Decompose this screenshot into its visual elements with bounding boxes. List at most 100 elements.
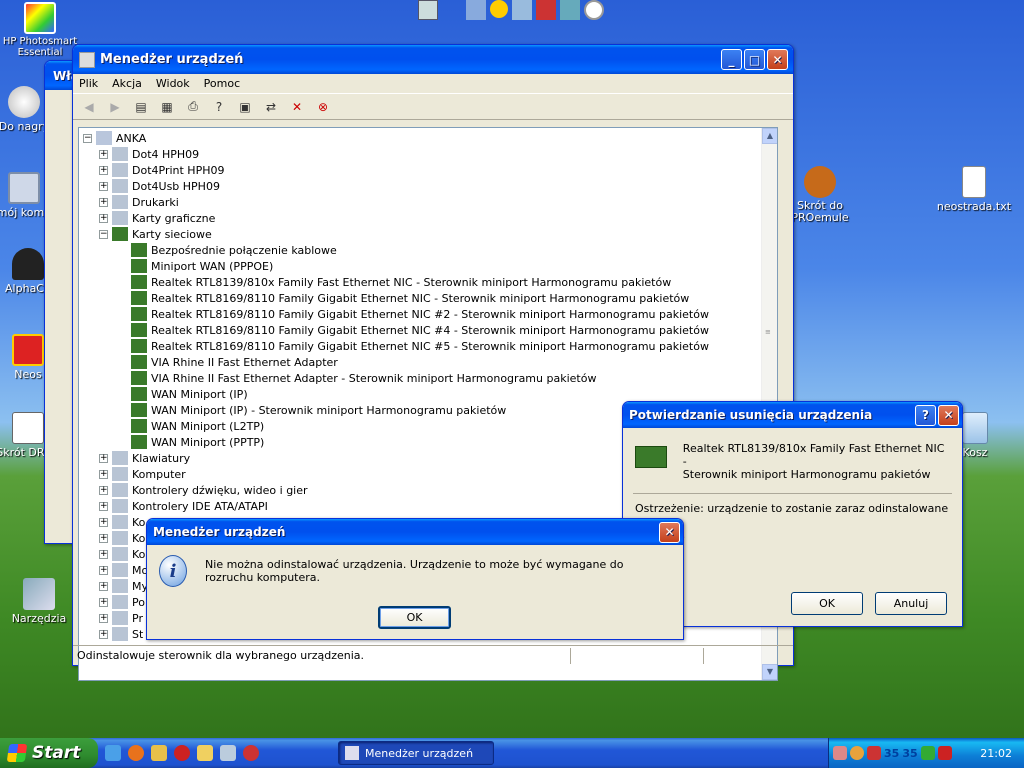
clipboard-icon[interactable] <box>197 745 213 761</box>
scroll-up-arrow[interactable]: ▲ <box>762 128 777 144</box>
back-icon[interactable]: ◀ <box>79 98 99 116</box>
maximize-button[interactable]: □ <box>744 49 765 70</box>
status-divider <box>703 648 704 664</box>
tray-icon[interactable] <box>937 746 952 760</box>
tray-value[interactable]: 35 <box>902 747 917 760</box>
close-button[interactable]: ✕ <box>938 404 959 426</box>
tree-row[interactable]: + Dot4 HPH09 <box>83 146 777 162</box>
expand-icon[interactable]: + <box>99 165 108 175</box>
desktop-icon-label: neostrada.txt <box>936 200 1012 213</box>
minimize-button[interactable]: _ <box>721 49 742 70</box>
update-driver-icon[interactable]: ⇄ <box>261 98 281 116</box>
uninstall-device-icon[interactable]: ⊗ <box>313 98 333 116</box>
close-button[interactable]: ✕ <box>659 521 680 543</box>
error-message-box[interactable]: Menedżer urządzeń ✕ i Nie można odinstal… <box>146 518 684 640</box>
taskbar-item-device-manager[interactable]: Menedżer urządzeń <box>338 741 494 765</box>
desktop-icon-neostrada-txt[interactable]: neostrada.txt <box>934 166 1014 213</box>
smiley-icon[interactable] <box>490 0 508 18</box>
help-button[interactable]: ? <box>915 404 936 426</box>
app-icon[interactable] <box>243 745 259 761</box>
floppy-icon[interactable] <box>536 0 556 20</box>
tree-row[interactable]: Realtek RTL8169/8110 Family Gigabit Ethe… <box>83 338 777 354</box>
expand-icon[interactable]: + <box>99 181 108 191</box>
firefox-icon[interactable] <box>128 745 144 761</box>
expand-icon[interactable]: + <box>99 485 108 495</box>
ie-icon[interactable] <box>105 745 121 761</box>
desktop-icon-hp-photosmart[interactable]: HP Photosmart Essential <box>0 2 80 58</box>
cancel-button[interactable]: Anuluj <box>875 592 947 615</box>
desktop-icon-narzedzia[interactable]: Narzędzia <box>0 578 79 625</box>
opera-icon[interactable] <box>174 745 190 761</box>
tree-row[interactable]: VIA Rhine II Fast Ethernet Adapter - Ste… <box>83 370 777 386</box>
collapse-icon[interactable]: − <box>99 229 108 239</box>
tray-icon[interactable] <box>850 746 864 760</box>
tree-row[interactable]: + Karty graficzne <box>83 210 777 226</box>
expand-icon[interactable]: + <box>99 533 108 543</box>
expand-icon[interactable]: + <box>99 213 108 223</box>
disable-device-icon[interactable]: ✕ <box>287 98 307 116</box>
tray-icon[interactable] <box>920 746 935 760</box>
forward-icon[interactable]: ▶ <box>105 98 125 116</box>
clock[interactable]: 21:02 <box>980 747 1012 760</box>
expand-icon[interactable]: + <box>99 501 108 511</box>
tray-value[interactable]: 35 <box>884 747 899 760</box>
tray-icon[interactable] <box>833 746 847 760</box>
tree-row[interactable]: + Dot4Print HPH09 <box>83 162 777 178</box>
expand-icon[interactable]: + <box>99 517 108 527</box>
menu-akcja[interactable]: Akcja <box>112 77 142 90</box>
dialog-title: Menedżer urządzeń <box>153 525 286 539</box>
expand-icon[interactable]: + <box>99 469 108 479</box>
clock-icon[interactable] <box>584 0 604 20</box>
error-dialog-titlebar[interactable]: Menedżer urządzeń ✕ <box>147 519 683 545</box>
tree-row[interactable]: Realtek RTL8169/8110 Family Gigabit Ethe… <box>83 290 777 306</box>
gears-icon[interactable] <box>560 0 580 20</box>
device-manager-titlebar[interactable]: Menedżer urządzeń _ □ ✕ <box>73 45 793 74</box>
tree-root[interactable]: − ANKA <box>83 130 777 146</box>
tree-row[interactable]: WAN Miniport (IP) <box>83 386 777 402</box>
tree-node-network-adapters[interactable]: − Karty sieciowe <box>83 226 777 242</box>
expand-icon[interactable]: + <box>99 549 108 559</box>
close-button[interactable]: ✕ <box>767 49 788 70</box>
expand-icon[interactable]: + <box>99 453 108 463</box>
tree-row[interactable]: Realtek RTL8139/810x Family Fast Etherne… <box>83 274 777 290</box>
network-card-icon <box>131 323 147 337</box>
start-button[interactable]: Start <box>0 738 98 768</box>
computer-icon[interactable] <box>418 0 438 20</box>
scroll-thumb-grip[interactable]: ≡ <box>765 328 774 336</box>
tree-row[interactable]: + Drukarki <box>83 194 777 210</box>
collapse-icon[interactable]: − <box>83 133 92 143</box>
tree-row[interactable]: + Dot4Usb HPH09 <box>83 178 777 194</box>
scroll-down-arrow[interactable]: ▼ <box>762 664 777 680</box>
expand-icon[interactable]: + <box>99 197 108 207</box>
status-divider <box>570 648 571 664</box>
monitor-icon[interactable] <box>512 0 532 20</box>
tree-row[interactable]: VIA Rhine II Fast Ethernet Adapter <box>83 354 777 370</box>
expand-icon[interactable]: + <box>99 581 108 591</box>
ok-button[interactable]: OK <box>791 592 863 615</box>
menu-pomoc[interactable]: Pomoc <box>204 77 240 90</box>
device-category-icon <box>112 611 128 625</box>
tray-icon[interactable] <box>867 746 881 760</box>
help-icon[interactable]: ? <box>209 98 229 116</box>
show-hide-tree-icon[interactable]: ▤ <box>131 98 151 116</box>
print-icon[interactable]: ⎙ <box>183 98 203 116</box>
tree-row[interactable]: Realtek RTL8169/8110 Family Gigabit Ethe… <box>83 322 777 338</box>
expand-icon[interactable]: + <box>99 629 108 639</box>
winamp-icon[interactable] <box>151 745 167 761</box>
network-icon[interactable] <box>466 0 486 20</box>
tree-row[interactable]: Realtek RTL8169/8110 Family Gigabit Ethe… <box>83 306 777 322</box>
ok-button[interactable]: OK <box>378 606 451 629</box>
scan-hardware-icon[interactable]: ▣ <box>235 98 255 116</box>
confirm-dialog-titlebar[interactable]: Potwierdzanie usunięcia urządzenia ? ✕ <box>623 402 962 428</box>
expand-icon[interactable]: + <box>99 565 108 575</box>
expand-icon[interactable]: + <box>99 149 108 159</box>
properties-icon[interactable]: ▦ <box>157 98 177 116</box>
desktop-top-icons <box>418 0 604 20</box>
expand-icon[interactable]: + <box>99 597 108 607</box>
media-icon[interactable] <box>220 745 236 761</box>
tree-row[interactable]: Miniport WAN (PPPOE) <box>83 258 777 274</box>
expand-icon[interactable]: + <box>99 613 108 623</box>
tree-row[interactable]: Bezpośrednie połączenie kablowe <box>83 242 777 258</box>
menu-plik[interactable]: Plik <box>79 77 98 90</box>
menu-widok[interactable]: Widok <box>156 77 190 90</box>
